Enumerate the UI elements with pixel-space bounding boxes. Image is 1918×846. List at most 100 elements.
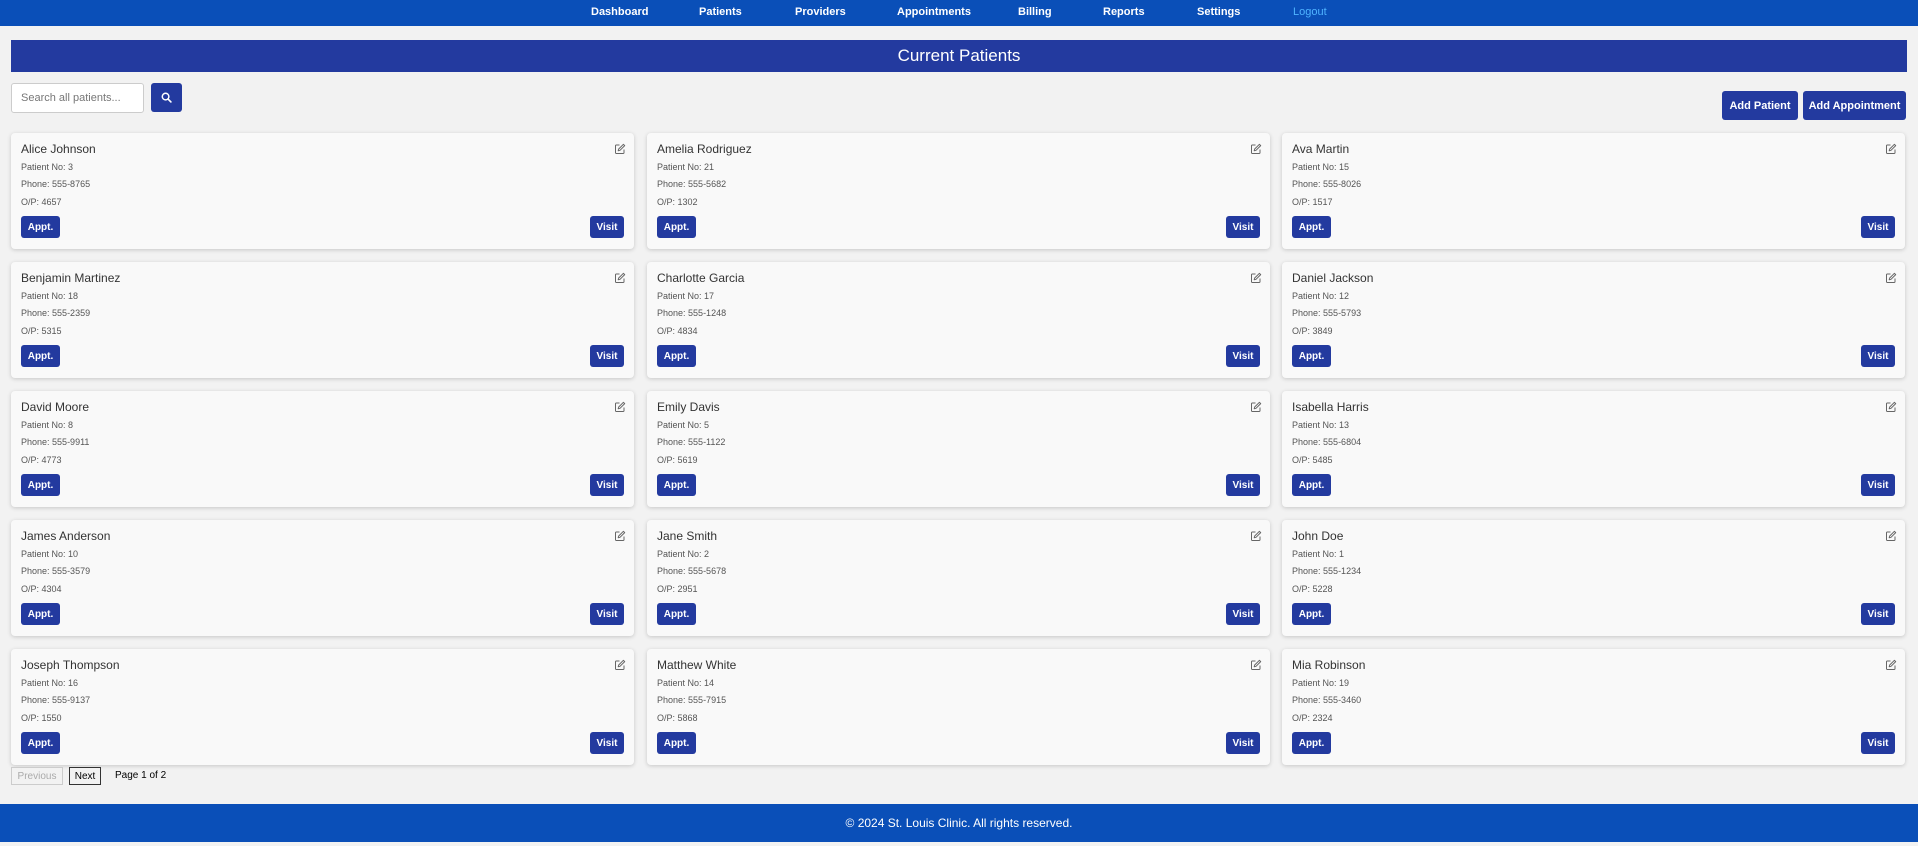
- patient-name: James Anderson: [21, 529, 111, 543]
- edit-icon[interactable]: [1250, 529, 1262, 541]
- edit-icon[interactable]: [1250, 271, 1262, 283]
- appointment-button[interactable]: Appt.: [21, 732, 60, 754]
- phone-label: Phone:: [657, 437, 686, 447]
- patient-number-value: 14: [704, 678, 715, 688]
- appointment-button[interactable]: Appt.: [1292, 216, 1331, 238]
- appointment-button[interactable]: Appt.: [657, 345, 696, 367]
- patient-name: John Doe: [1292, 529, 1344, 543]
- visit-button[interactable]: Visit: [1861, 603, 1895, 625]
- patient-number-value: 21: [704, 162, 715, 172]
- edit-icon[interactable]: [1250, 142, 1262, 154]
- phone-label: Phone:: [21, 308, 50, 318]
- phone-label: Phone:: [21, 437, 50, 447]
- patient-card: Isabella Harris Patient No: 13 Phone: 555-…: [1282, 391, 1905, 507]
- phone-value: 555-5678: [688, 566, 727, 576]
- visit-button[interactable]: Visit: [1226, 345, 1260, 367]
- nav-reports[interactable]: Reports: [1103, 6, 1145, 18]
- patient-number-value: 1: [1339, 549, 1345, 559]
- edit-icon[interactable]: [1885, 529, 1897, 541]
- edit-icon[interactable]: [1885, 142, 1897, 154]
- appointment-button[interactable]: Appt.: [21, 216, 60, 238]
- search-button[interactable]: [151, 83, 182, 112]
- add-appointment-button[interactable]: Add Appointment: [1803, 91, 1906, 120]
- nav-patients[interactable]: Patients: [699, 6, 742, 18]
- op-label: O/P:: [21, 326, 40, 336]
- patient-number-value: 16: [68, 678, 79, 688]
- next-page-button[interactable]: Next: [69, 767, 101, 785]
- patient-name: Emily Davis: [657, 400, 720, 414]
- edit-icon[interactable]: [1250, 400, 1262, 412]
- phone-value: 555-1122: [688, 437, 726, 447]
- appointment-button[interactable]: Appt.: [21, 603, 60, 625]
- appointment-button[interactable]: Appt.: [1292, 474, 1331, 496]
- edit-icon[interactable]: [614, 658, 626, 670]
- phone-label: Phone:: [657, 308, 686, 318]
- visit-button[interactable]: Visit: [1861, 345, 1895, 367]
- patient-number-label: Patient No:: [657, 420, 702, 430]
- appointment-button[interactable]: Appt.: [657, 603, 696, 625]
- visit-button[interactable]: Visit: [1861, 216, 1895, 238]
- appointment-button[interactable]: Appt.: [657, 474, 696, 496]
- nav-dashboard[interactable]: Dashboard: [591, 6, 648, 18]
- visit-button[interactable]: Visit: [1861, 474, 1895, 496]
- edit-icon[interactable]: [1885, 658, 1897, 670]
- op-label: O/P:: [1292, 326, 1311, 336]
- nav-settings[interactable]: Settings: [1197, 6, 1240, 18]
- patient-number-label: Patient No:: [21, 420, 66, 430]
- nav-appointments[interactable]: Appointments: [897, 6, 971, 18]
- patient-phone: Phone: 555-6804: [1292, 437, 1361, 447]
- op-label: O/P:: [1292, 197, 1311, 207]
- visit-button[interactable]: Visit: [1861, 732, 1895, 754]
- op-value: 5315: [41, 326, 62, 336]
- appointment-button[interactable]: Appt.: [21, 345, 60, 367]
- patient-name: Charlotte Garcia: [657, 271, 745, 285]
- patient-name: David Moore: [21, 400, 90, 414]
- patient-op: O/P: 1550: [21, 713, 62, 723]
- nav-logout[interactable]: Logout: [1293, 6, 1327, 18]
- patient-number: Patient No: 14: [657, 678, 714, 688]
- edit-icon[interactable]: [1250, 658, 1262, 670]
- nav-providers[interactable]: Providers: [795, 6, 846, 18]
- phone-value: 555-9137: [52, 695, 91, 705]
- add-patient-button[interactable]: Add Patient: [1722, 91, 1798, 120]
- appointment-button[interactable]: Appt.: [657, 732, 696, 754]
- op-label: O/P:: [1292, 713, 1311, 723]
- patient-number: Patient No: 2: [657, 549, 709, 559]
- patient-name: Benjamin Martinez: [21, 271, 121, 285]
- patient-phone: Phone: 555-5793: [1292, 308, 1361, 318]
- appointment-button[interactable]: Appt.: [1292, 345, 1331, 367]
- patient-op: O/P: 1302: [657, 197, 698, 207]
- edit-icon[interactable]: [614, 400, 626, 412]
- patient-name: Amelia Rodriguez: [657, 142, 752, 156]
- visit-button[interactable]: Visit: [590, 345, 624, 367]
- nav-billing[interactable]: Billing: [1018, 6, 1052, 18]
- visit-button[interactable]: Visit: [590, 732, 624, 754]
- patient-phone: Phone: 555-1248: [657, 308, 726, 318]
- appointment-button[interactable]: Appt.: [657, 216, 696, 238]
- phone-label: Phone:: [1292, 308, 1321, 318]
- edit-icon[interactable]: [614, 271, 626, 283]
- edit-icon[interactable]: [614, 529, 626, 541]
- appointment-button[interactable]: Appt.: [1292, 732, 1331, 754]
- previous-page-button[interactable]: Previous: [11, 767, 63, 785]
- patient-number-label: Patient No:: [657, 549, 702, 559]
- edit-icon[interactable]: [614, 142, 626, 154]
- phone-label: Phone:: [21, 695, 50, 705]
- search-input[interactable]: [11, 83, 144, 113]
- visit-button[interactable]: Visit: [590, 603, 624, 625]
- edit-icon[interactable]: [1885, 271, 1897, 283]
- visit-button[interactable]: Visit: [1226, 216, 1260, 238]
- patient-op: O/P: 5619: [657, 455, 698, 465]
- visit-button[interactable]: Visit: [590, 216, 624, 238]
- visit-button[interactable]: Visit: [1226, 474, 1260, 496]
- patient-phone: Phone: 555-3579: [21, 566, 90, 576]
- patient-phone: Phone: 555-8765: [21, 179, 90, 189]
- appointment-button[interactable]: Appt.: [1292, 603, 1331, 625]
- visit-button[interactable]: Visit: [1226, 732, 1260, 754]
- appointment-button[interactable]: Appt.: [21, 474, 60, 496]
- patient-name: Jane Smith: [657, 529, 718, 543]
- phone-value: 555-7915: [688, 695, 727, 705]
- visit-button[interactable]: Visit: [1226, 603, 1260, 625]
- visit-button[interactable]: Visit: [590, 474, 624, 496]
- edit-icon[interactable]: [1885, 400, 1897, 412]
